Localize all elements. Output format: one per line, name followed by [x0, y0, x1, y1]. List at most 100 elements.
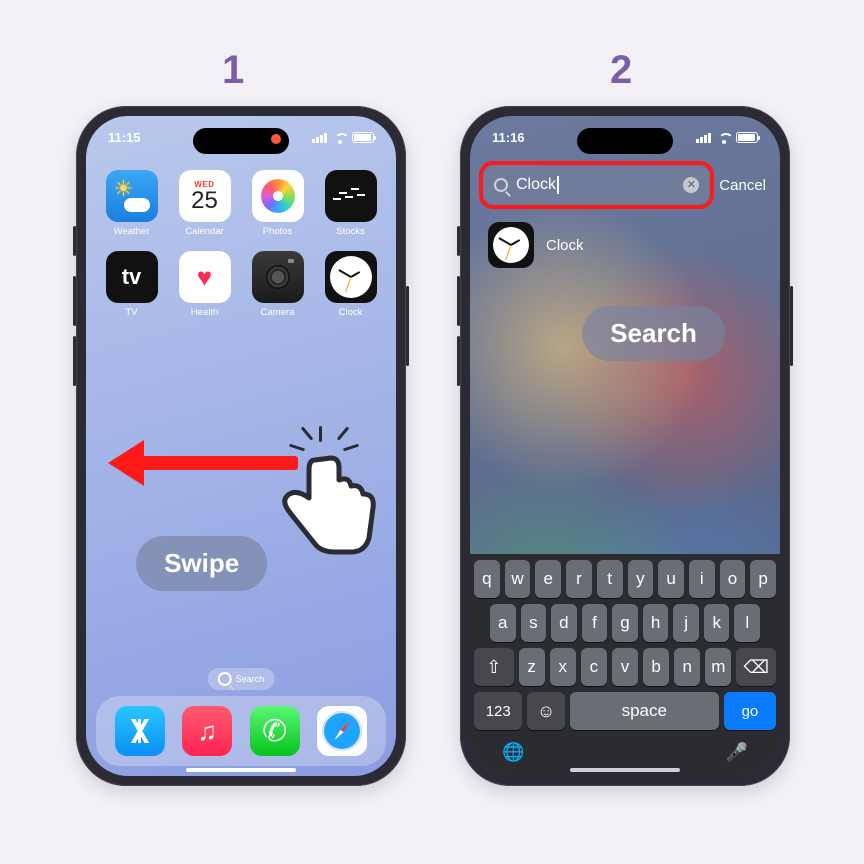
key-p[interactable]: p [750, 560, 776, 598]
tv-icon: tv [106, 251, 158, 303]
swipe-left-arrow [108, 446, 298, 478]
search-result-clock[interactable]: Clock [488, 222, 584, 268]
app-tv[interactable]: tv TV [100, 251, 163, 318]
keyboard-row-2: asdfghjkl [474, 604, 776, 642]
key-z[interactable]: z [519, 648, 545, 686]
key-d[interactable]: d [551, 604, 577, 642]
clock-icon [325, 251, 377, 303]
result-label: Clock [546, 237, 584, 254]
cellular-icon [696, 133, 712, 143]
app-label: Calendar [185, 226, 224, 237]
key-u[interactable]: u [658, 560, 684, 598]
dock-app-phone[interactable] [250, 706, 300, 756]
search-icon [494, 178, 508, 192]
search-value: Clock [516, 176, 675, 194]
key-s[interactable]: s [521, 604, 547, 642]
search-pill-label: Search [236, 674, 265, 684]
keyboard-row-3: zxcvbnm [474, 648, 776, 686]
app-label: Photos [263, 226, 293, 237]
search-badge: Search [582, 306, 725, 361]
key-x[interactable]: x [550, 648, 576, 686]
app-camera[interactable]: Camera [246, 251, 309, 318]
phone-step-2: 11:16 Clock ✕ Cancel Clock Search qwerty… [460, 106, 790, 786]
spotlight-search-input[interactable]: Clock ✕ [484, 166, 709, 204]
dock-app-safari[interactable] [317, 706, 367, 756]
key-i[interactable]: i [689, 560, 715, 598]
dock-app-music[interactable] [182, 706, 232, 756]
home-app-grid: Weather WED 25 Calendar Photos Stocks tv… [100, 170, 382, 318]
home-indicator[interactable] [570, 768, 680, 772]
cancel-button[interactable]: Cancel [719, 177, 766, 194]
app-label: Stocks [336, 226, 365, 237]
key-f[interactable]: f [582, 604, 608, 642]
app-stocks[interactable]: Stocks [319, 170, 382, 237]
health-icon [179, 251, 231, 303]
spotlight-screen: 11:16 Clock ✕ Cancel Clock Search qwerty… [470, 116, 780, 776]
key-q[interactable]: q [474, 560, 500, 598]
key-n[interactable]: n [674, 648, 700, 686]
keyboard: qwertyuiop asdfghjkl zxcvbnm 123 space g… [470, 554, 780, 776]
key-h[interactable]: h [643, 604, 669, 642]
search-icon [218, 672, 232, 686]
clear-icon[interactable]: ✕ [683, 177, 699, 193]
swipe-badge: Swipe [136, 536, 267, 591]
globe-icon[interactable]: 🌐 [502, 742, 524, 763]
key-y[interactable]: y [628, 560, 654, 598]
key-l[interactable]: l [734, 604, 760, 642]
key-shift[interactable] [474, 648, 514, 686]
camera-icon [252, 251, 304, 303]
key-c[interactable]: c [581, 648, 607, 686]
status-time: 11:15 [108, 130, 141, 145]
calendar-icon: WED 25 [179, 170, 231, 222]
status-time: 11:16 [492, 130, 525, 145]
key-e[interactable]: e [535, 560, 561, 598]
calendar-day: 25 [191, 189, 218, 213]
app-label: Health [191, 307, 218, 318]
app-label: Clock [339, 307, 363, 318]
app-label: TV [125, 307, 137, 318]
battery-icon [736, 132, 758, 143]
app-calendar[interactable]: WED 25 Calendar [173, 170, 236, 237]
key-o[interactable]: o [720, 560, 746, 598]
pointer-hand-icon [281, 422, 391, 552]
stocks-icon [325, 170, 377, 222]
battery-icon [352, 132, 374, 143]
home-search-pill[interactable]: Search [208, 668, 275, 690]
key-go[interactable]: go [724, 692, 776, 730]
wifi-icon [717, 133, 731, 143]
dock [96, 696, 386, 766]
app-label: Weather [114, 226, 150, 237]
app-photos[interactable]: Photos [246, 170, 309, 237]
weather-icon [106, 170, 158, 222]
key-v[interactable]: v [612, 648, 638, 686]
cellular-icon [312, 133, 328, 143]
app-clock[interactable]: Clock [319, 251, 382, 318]
step-2-label: 2 [610, 48, 632, 93]
keyboard-row-4: 123 space go [474, 692, 776, 730]
photos-icon [252, 170, 304, 222]
key-b[interactable]: b [643, 648, 669, 686]
home-indicator[interactable] [186, 768, 296, 772]
key-emoji[interactable] [527, 692, 564, 730]
key-123[interactable]: 123 [474, 692, 522, 730]
app-weather[interactable]: Weather [100, 170, 163, 237]
key-k[interactable]: k [704, 604, 730, 642]
key-backspace[interactable] [736, 648, 776, 686]
home-screen[interactable]: 11:15 Weather WED 25 Calendar Pho [86, 116, 396, 776]
app-label: Camera [261, 307, 295, 318]
key-j[interactable]: j [673, 604, 699, 642]
dock-app-appstore[interactable] [115, 706, 165, 756]
key-space[interactable]: space [570, 692, 719, 730]
key-a[interactable]: a [490, 604, 516, 642]
key-m[interactable]: m [705, 648, 731, 686]
key-w[interactable]: w [505, 560, 531, 598]
key-g[interactable]: g [612, 604, 638, 642]
wifi-icon [333, 133, 347, 143]
step-1-label: 1 [222, 48, 244, 93]
app-health[interactable]: Health [173, 251, 236, 318]
keyboard-row-1: qwertyuiop [474, 560, 776, 598]
key-t[interactable]: t [597, 560, 623, 598]
dictation-icon[interactable]: 🎤 [726, 742, 748, 763]
phone-step-1: 11:15 Weather WED 25 Calendar Pho [76, 106, 406, 786]
key-r[interactable]: r [566, 560, 592, 598]
